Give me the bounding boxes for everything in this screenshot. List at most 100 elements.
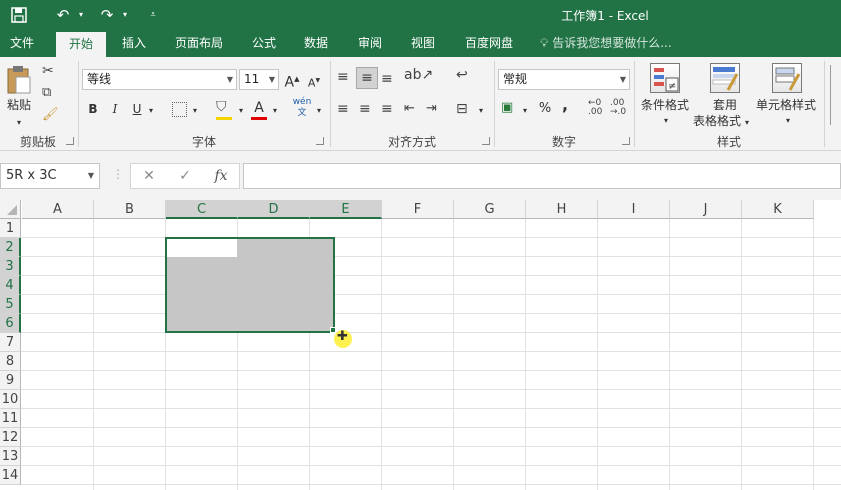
column-header-c[interactable]: C [166, 200, 238, 219]
alignment-dialog-launcher-icon[interactable] [482, 137, 490, 145]
increase-indent-icon[interactable]: ⇥ [426, 101, 437, 116]
merge-center-icon[interactable]: ⊟ [456, 101, 468, 117]
row-header-8[interactable]: 8 [0, 352, 21, 371]
formula-bar-drag-icon[interactable]: ⋮ [112, 167, 124, 181]
formula-input[interactable] [243, 163, 841, 189]
row-header-13[interactable]: 13 [0, 447, 21, 466]
row-header-7[interactable]: 7 [0, 333, 21, 352]
paste-button[interactable]: 粘贴 [2, 97, 36, 113]
row-header-2[interactable]: 2 [0, 238, 21, 257]
orientation-icon[interactable]: ab↗ [404, 67, 433, 83]
accounting-format-icon[interactable]: ▣ [501, 100, 513, 115]
column-header-h[interactable]: H [526, 200, 598, 219]
underline-button[interactable]: U [130, 101, 144, 117]
tab-review[interactable]: 审阅 [348, 30, 392, 57]
column-header-k[interactable]: K [742, 200, 814, 219]
align-center-icon[interactable]: ≡ [359, 101, 371, 117]
align-middle-icon[interactable]: ≡ [356, 67, 378, 89]
save-icon[interactable] [8, 4, 30, 26]
accounting-dropdown-icon[interactable]: ▾ [520, 103, 530, 119]
underline-dropdown-icon[interactable]: ▾ [146, 103, 156, 119]
tab-baidu-netdisk[interactable]: 百度网盘 [456, 30, 522, 57]
row-header-10[interactable]: 10 [0, 390, 21, 409]
font-color-dropdown-icon[interactable]: ▾ [270, 103, 280, 119]
name-box[interactable]: 5R x 3C ▼ [0, 163, 100, 189]
column-header-i[interactable]: I [598, 200, 670, 219]
tab-file[interactable]: 文件 [0, 30, 44, 57]
align-top-icon[interactable]: ≡ [337, 69, 349, 85]
column-header-f[interactable]: F [382, 200, 454, 219]
align-bottom-icon[interactable]: ≡ [381, 71, 393, 87]
format-painter-icon[interactable]: 🖌︎ [42, 107, 59, 122]
format-as-table-dropdown-icon[interactable]: ▾ [742, 115, 752, 131]
borders-dropdown-icon[interactable]: ▾ [190, 103, 200, 119]
customize-qat-icon[interactable]: ⩡ [144, 4, 162, 26]
font-size-combo[interactable]: 11 ▼ [239, 69, 279, 90]
row-header-12[interactable]: 12 [0, 428, 21, 447]
cut-icon[interactable]: ✂ [42, 63, 54, 79]
paste-dropdown-icon[interactable]: ▾ [6, 115, 32, 131]
conditional-formatting-button[interactable]: 条件格式 [638, 97, 692, 113]
comma-button[interactable]: , [560, 97, 570, 113]
font-name-combo[interactable]: 等线 ▼ [82, 69, 237, 90]
font-color-button[interactable]: A [252, 100, 266, 116]
tab-page-layout[interactable]: 页面布局 [166, 30, 232, 57]
conditional-dropdown-icon[interactable]: ▾ [660, 113, 672, 129]
italic-button[interactable]: I [108, 101, 122, 117]
align-right-icon[interactable]: ≡ [381, 101, 393, 117]
conditional-formatting-icon[interactable]: ≠ [650, 63, 680, 93]
format-as-table-button[interactable]: 表格格式 [692, 113, 742, 129]
number-format-combo[interactable]: 常规 ▼ [498, 69, 630, 90]
decrease-decimal-icon[interactable]: .00 →.0 [610, 99, 626, 117]
wrap-text-icon[interactable]: ↩ [456, 67, 468, 83]
cancel-icon[interactable]: ✕ [134, 165, 164, 187]
row-header-3[interactable]: 3 [0, 257, 21, 276]
cell-styles-icon[interactable] [772, 63, 802, 93]
worksheet-grid[interactable]: ABCDEFGHIJK 1 2 3 4 5 6 7 8 9 10 11 12 13 14 ✚ [0, 200, 841, 490]
number-dialog-launcher-icon[interactable] [622, 137, 630, 145]
tab-home[interactable]: 开始 [56, 32, 106, 57]
grow-font-button[interactable]: A▲ [284, 71, 300, 91]
row-header-9[interactable]: 9 [0, 371, 21, 390]
shrink-font-button[interactable]: A▼ [306, 73, 322, 92]
column-header-b[interactable]: B [94, 200, 166, 219]
tab-formulas[interactable]: 公式 [242, 30, 286, 57]
fill-color-dropdown-icon[interactable]: ▾ [236, 103, 246, 119]
copy-icon[interactable]: ⧉ [42, 85, 51, 100]
row-header-14[interactable]: 14 [0, 466, 21, 485]
percent-button[interactable]: % [537, 101, 553, 117]
paste-icon[interactable] [6, 65, 32, 95]
fill-color-icon[interactable]: ⛉ [216, 99, 227, 115]
phonetic-dropdown-icon[interactable]: ▾ [314, 103, 324, 119]
row-header-11[interactable]: 11 [0, 409, 21, 428]
insert-function-icon[interactable]: fx [206, 165, 236, 187]
clipboard-dialog-launcher-icon[interactable] [66, 137, 74, 145]
row-header-4[interactable]: 4 [0, 276, 21, 295]
tab-data[interactable]: 数据 [294, 30, 338, 57]
bold-button[interactable]: B [86, 101, 100, 117]
tab-insert[interactable]: 插入 [112, 30, 156, 57]
column-header-d[interactable]: D [238, 200, 310, 219]
enter-icon[interactable]: ✓ [170, 165, 200, 187]
cell-styles-dropdown-icon[interactable]: ▾ [782, 113, 794, 129]
fill-handle[interactable] [330, 327, 336, 333]
phonetic-guide-button[interactable]: wén 文 [290, 97, 314, 119]
column-header-g[interactable]: G [454, 200, 526, 219]
row-header-1[interactable]: 1 [0, 219, 21, 238]
tab-view[interactable]: 视图 [401, 30, 445, 57]
column-header-e[interactable]: E [310, 200, 382, 219]
format-as-table-line1[interactable]: 套用 [700, 97, 750, 113]
select-all-button[interactable] [0, 200, 21, 219]
borders-icon[interactable] [172, 102, 187, 117]
cell-styles-button[interactable]: 单元格样式 [754, 97, 818, 113]
column-header-j[interactable]: J [670, 200, 742, 219]
undo-icon[interactable]: ↶ [52, 4, 74, 26]
undo-dropdown-icon[interactable]: ▾ [76, 4, 86, 26]
merge-dropdown-icon[interactable]: ▾ [476, 103, 486, 119]
redo-dropdown-icon[interactable]: ▾ [120, 4, 130, 26]
cells-group-partial-icon[interactable] [830, 65, 841, 125]
column-header-a[interactable]: A [22, 200, 94, 219]
tell-me-box[interactable]: 💡︎ 告诉我您想要做什么... [540, 30, 672, 57]
row-header-5[interactable]: 5 [0, 295, 21, 314]
align-left-icon[interactable]: ≡ [337, 101, 349, 117]
